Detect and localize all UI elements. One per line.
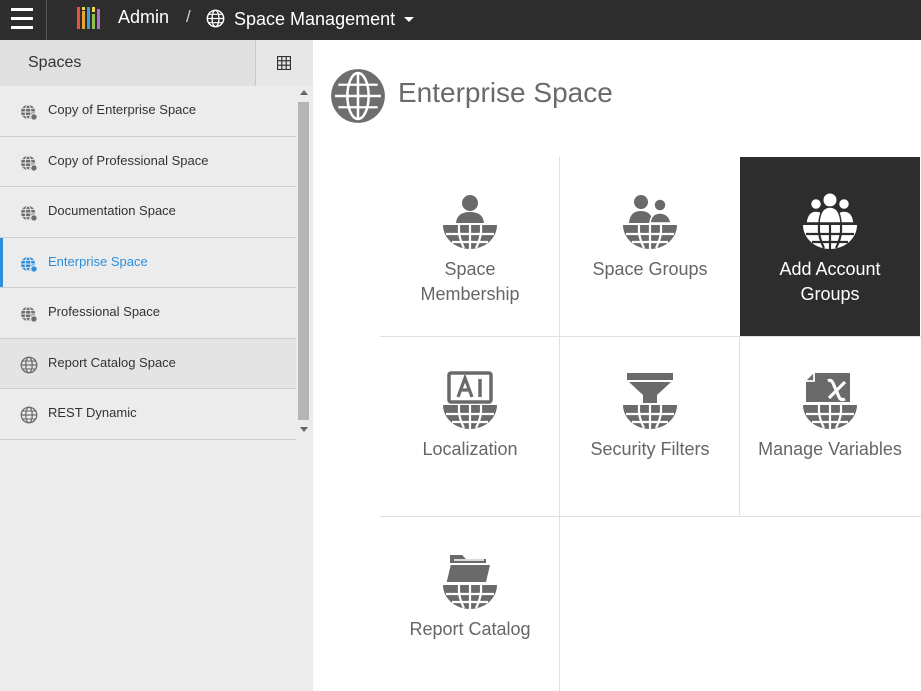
space-item-label: REST Dynamic [48, 405, 137, 420]
space-globe-icon [20, 255, 38, 273]
sidebar-scrollbar[interactable] [296, 86, 313, 438]
language-globe-icon [440, 371, 500, 431]
topbar-divider [46, 0, 47, 40]
tile-divider [380, 516, 921, 517]
chevron-down-icon[interactable] [404, 17, 414, 22]
folder-globe-icon [440, 555, 500, 611]
funnel-globe-icon [620, 373, 680, 431]
globe-icon [20, 356, 38, 374]
list-item[interactable]: Report Catalog Space [0, 338, 296, 389]
breadcrumb-space-management[interactable]: Space Management [234, 9, 395, 30]
tile-label: Report Catalog [409, 619, 531, 639]
security-filters-tile[interactable]: Security Filters [560, 337, 740, 517]
space-item-label: Enterprise Space [48, 253, 148, 269]
report-catalog-tile[interactable]: Report Catalog [380, 517, 560, 691]
sidebar-title: Spaces [28, 54, 82, 71]
scroll-up-arrow-icon[interactable] [300, 90, 308, 95]
grid-icon [277, 56, 291, 70]
space-item-label: Documentation Space [48, 203, 176, 218]
app-logo-icon [77, 7, 100, 29]
person-globe-icon [440, 195, 500, 251]
space-item-label: Professional Space [48, 304, 161, 319]
tile-divider [559, 157, 560, 691]
list-item[interactable]: REST Dynamic [0, 389, 296, 440]
breadcrumb-admin-link[interactable]: Admin [118, 7, 169, 28]
scrollbar-thumb[interactable] [298, 102, 309, 420]
manage-variables-tile[interactable]: Manage Variables [740, 337, 920, 517]
localization-tile[interactable]: Localization [380, 337, 560, 517]
space-globe-icon [331, 69, 385, 123]
main-content: Enterprise Space Space Membership Space … [313, 40, 921, 691]
sidebar-header: Spaces [0, 40, 313, 86]
variable-globe-icon [800, 373, 860, 431]
list-item[interactable]: Documentation Space [0, 187, 296, 238]
list-item[interactable]: Copy of Professional Space [0, 136, 296, 187]
list-item-active[interactable]: Enterprise Space [0, 237, 296, 288]
space-list: Copy of Enterprise Space Copy of Profess… [0, 86, 296, 440]
breadcrumb-separator: / [186, 7, 191, 26]
scroll-down-arrow-icon[interactable] [300, 427, 308, 432]
tile-label: Space Membership [420, 259, 520, 304]
tile-label: Manage Variables [758, 439, 902, 459]
add-account-groups-tile[interactable]: Add Account Groups [740, 157, 920, 337]
group-globe-icon [803, 193, 857, 249]
list-item[interactable]: Copy of Enterprise Space [0, 86, 296, 137]
space-item-label: Copy of Professional Space [48, 152, 209, 168]
space-groups-tile[interactable]: Space Groups [560, 157, 740, 337]
spaces-sidebar: Spaces Copy of Enterprise Space Copy of … [0, 40, 313, 691]
grid-view-button[interactable] [255, 40, 313, 86]
globe-icon [206, 9, 225, 28]
space-globe-icon [20, 204, 38, 222]
space-globe-icon [20, 103, 38, 121]
space-item-label: Report Catalog Space [48, 354, 176, 370]
globe-icon [20, 406, 38, 424]
tile-divider [739, 337, 740, 517]
top-bar: Admin / Space Management [0, 0, 921, 40]
list-item[interactable]: Professional Space [0, 288, 296, 339]
page-title: Enterprise Space [398, 77, 613, 108]
space-globe-icon [20, 305, 38, 323]
space-membership-tile[interactable]: Space Membership [380, 157, 560, 337]
space-item-label: Copy of Enterprise Space [48, 102, 197, 117]
hamburger-menu-icon[interactable] [0, 0, 46, 40]
two-people-globe-icon [620, 195, 680, 251]
tile-label: Add Account Groups [779, 259, 881, 304]
tile-label: Space Groups [592, 259, 708, 279]
tile-divider [380, 336, 921, 337]
space-globe-icon [20, 154, 38, 172]
tile-label: Localization [422, 439, 518, 459]
tile-label: Security Filters [590, 439, 710, 459]
